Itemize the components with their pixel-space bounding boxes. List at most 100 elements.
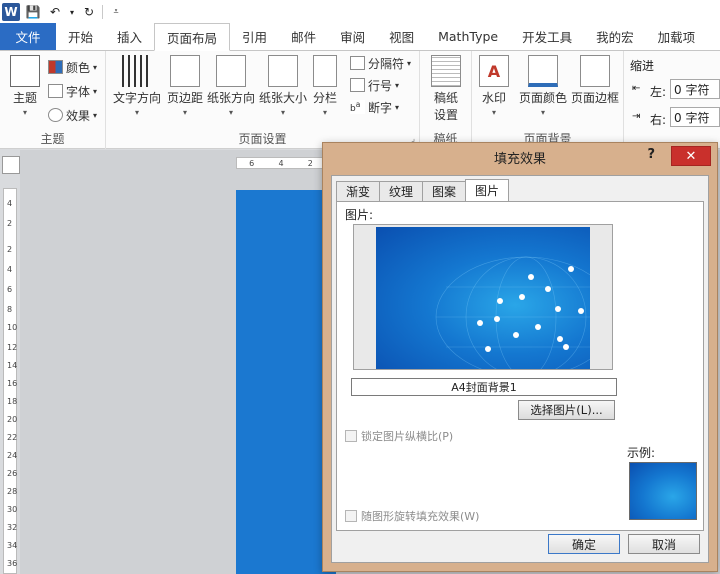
colors-icon — [48, 60, 63, 74]
themes-button[interactable]: 主题 ▾ — [2, 55, 48, 117]
indent-left-icon: ⇤ — [632, 83, 641, 94]
redo-icon[interactable]: ↻ — [80, 3, 98, 21]
manuscript-label-line2: 设置 — [433, 108, 458, 122]
horizontal-ruler[interactable]: 6 4 2 — [236, 157, 326, 169]
ribbon: 主题 ▾ 颜色 ▾ 字体 ▾ 效果 ▾ 主题 文字方向 ▾ 页边距 ▾ 纸张方向… — [0, 51, 720, 149]
ruler-tick-label: 4 — [7, 265, 13, 274]
tab-file[interactable]: 文件 — [0, 23, 56, 50]
rotate-with-shape-checkbox[interactable]: 随图形旋转填充效果(W) — [345, 508, 479, 524]
chevron-down-icon: ▾ — [228, 108, 233, 117]
tab-gradient[interactable]: 渐变 — [336, 181, 381, 201]
cancel-button[interactable]: 取消 — [628, 534, 700, 554]
line-numbers-label: 行号 — [368, 78, 393, 93]
chevron-down-icon: ▾ — [540, 108, 545, 117]
help-button[interactable]: ? — [647, 147, 655, 162]
dropdown-arrow-icon[interactable]: ▾ — [68, 3, 76, 21]
hyphenation-button[interactable]: ba 断字 ▾ — [350, 97, 399, 117]
ruler-tick-label: 14 — [7, 361, 18, 370]
ok-button[interactable]: 确定 — [548, 534, 620, 554]
quick-access-toolbar: W 💾 ↶ ▾ ↻ ⩡ — [0, 0, 720, 24]
orientation-label: 纸张方向 — [206, 91, 255, 105]
group-page-setup: 文字方向 ▾ 页边距 ▾ 纸张方向 ▾ 纸张大小 ▾ 分栏 ▾ 分隔符 ▾ 行号… — [106, 51, 420, 149]
tab-mailings[interactable]: 邮件 — [279, 23, 328, 50]
breaks-button[interactable]: 分隔符 ▾ — [350, 53, 411, 73]
sample-label: 示例: — [627, 446, 656, 460]
ruler-tick-label: 28 — [7, 487, 18, 496]
lock-aspect-label: 锁定图片纵横比(P) — [361, 430, 454, 443]
tab-texture[interactable]: 纹理 — [379, 181, 424, 201]
theme-fonts-button[interactable]: 字体 ▾ — [48, 81, 97, 101]
tab-developer[interactable]: 开发工具 — [510, 23, 584, 50]
ruler-tick-label: 30 — [7, 505, 18, 514]
tab-references[interactable]: 引用 — [230, 23, 279, 50]
tab-pattern[interactable]: 图案 — [422, 181, 467, 201]
watermark-button[interactable]: A 水印 ▾ — [474, 55, 514, 117]
indent-right-input[interactable]: 0 字符 — [670, 107, 720, 127]
ruler-tick-label: 24 — [7, 451, 18, 460]
columns-label: 分栏 — [312, 91, 337, 105]
page-size-icon — [268, 55, 298, 87]
tab-add-ins[interactable]: 加载项 — [646, 23, 708, 50]
text-direction-button[interactable]: 文字方向 ▾ — [112, 55, 162, 117]
ribbon-tabs: 文件 开始 插入 页面布局 引用 邮件 审阅 视图 MathType 开发工具 … — [0, 23, 720, 51]
close-button[interactable]: ✕ — [671, 146, 711, 166]
ruler-tick-label: 22 — [7, 433, 18, 442]
orientation-icon — [216, 55, 246, 87]
indent-left-input[interactable]: 0 字符 — [670, 79, 720, 99]
page-borders-button[interactable]: 页面边框 — [570, 55, 620, 106]
group-label-theme: 主题 — [40, 132, 65, 146]
chevron-down-icon: ▾ — [322, 108, 327, 117]
ruler-tick-label: 12 — [7, 343, 18, 352]
save-icon[interactable]: 💾 — [24, 3, 42, 21]
ruler-tick-label: 6 — [249, 158, 255, 168]
undo-icon[interactable]: ↶ — [46, 3, 64, 21]
ruler-tick-label: 26 — [7, 469, 18, 478]
sample-preview — [629, 462, 697, 520]
watermark-icon: A — [479, 55, 509, 87]
tab-page-layout[interactable]: 页面布局 — [154, 23, 231, 51]
hyphenation-icon: ba — [350, 100, 365, 114]
tab-insert[interactable]: 插入 — [105, 23, 154, 50]
ruler-tick-label: 6 — [7, 285, 13, 294]
page-color-button[interactable]: 页面颜色 ▾ — [518, 55, 568, 117]
tab-view[interactable]: 视图 — [377, 23, 426, 50]
text-direction-icon — [122, 55, 152, 87]
breaks-label: 分隔符 — [368, 56, 405, 71]
vertical-ruler[interactable]: 4 2 2 4 6 8 10 12 14 16 18 20 22 24 26 2… — [3, 188, 17, 574]
picture-label: 图片: — [345, 208, 374, 222]
ruler-tick-label: 2 — [307, 158, 313, 168]
line-numbers-button[interactable]: 行号 ▾ — [350, 75, 399, 95]
theme-colors-button[interactable]: 颜色 ▾ — [48, 57, 97, 77]
page-size-label: 纸张大小 — [258, 91, 307, 105]
tab-home[interactable]: 开始 — [56, 23, 105, 50]
columns-button[interactable]: 分栏 ▾ — [306, 55, 344, 117]
document-page[interactable] — [236, 190, 336, 574]
checkbox-box — [345, 510, 357, 522]
margins-button[interactable]: 页边距 ▾ — [162, 55, 208, 117]
tab-selector[interactable] — [2, 156, 20, 174]
manuscript-icon — [431, 55, 461, 87]
tab-my-macros[interactable]: 我的宏 — [584, 23, 646, 50]
paint-bucket-icon — [528, 55, 558, 87]
orientation-button[interactable]: 纸张方向 ▾ — [206, 55, 256, 117]
tab-picture[interactable]: 图片 — [465, 179, 510, 201]
manuscript-settings-button[interactable]: 稿纸 设置 — [423, 55, 469, 123]
picture-preview-image — [376, 227, 590, 369]
theme-effects-button[interactable]: 效果 ▾ — [48, 105, 97, 125]
fonts-icon — [48, 84, 63, 98]
ruler-tick-label: 16 — [7, 379, 18, 388]
chevron-down-icon: ▾ — [134, 108, 139, 117]
word-app-icon[interactable]: W — [2, 3, 20, 21]
tab-mathtype[interactable]: MathType — [426, 23, 510, 50]
lock-aspect-checkbox[interactable]: 锁定图片纵横比(P) — [345, 428, 453, 444]
customize-toolbar-icon[interactable]: ⩡ — [107, 3, 125, 21]
ruler-tick-label: 32 — [7, 523, 18, 532]
checkbox-box — [345, 430, 357, 442]
picture-preview-frame — [353, 224, 613, 370]
page-color-label: 页面颜色 — [518, 91, 567, 105]
tab-review[interactable]: 审阅 — [328, 23, 377, 50]
page-borders-icon — [580, 55, 610, 87]
select-picture-button[interactable]: 选择图片(L)... — [518, 400, 615, 420]
chevron-down-icon: ▾ — [491, 108, 496, 117]
page-size-button[interactable]: 纸张大小 ▾ — [258, 55, 308, 117]
